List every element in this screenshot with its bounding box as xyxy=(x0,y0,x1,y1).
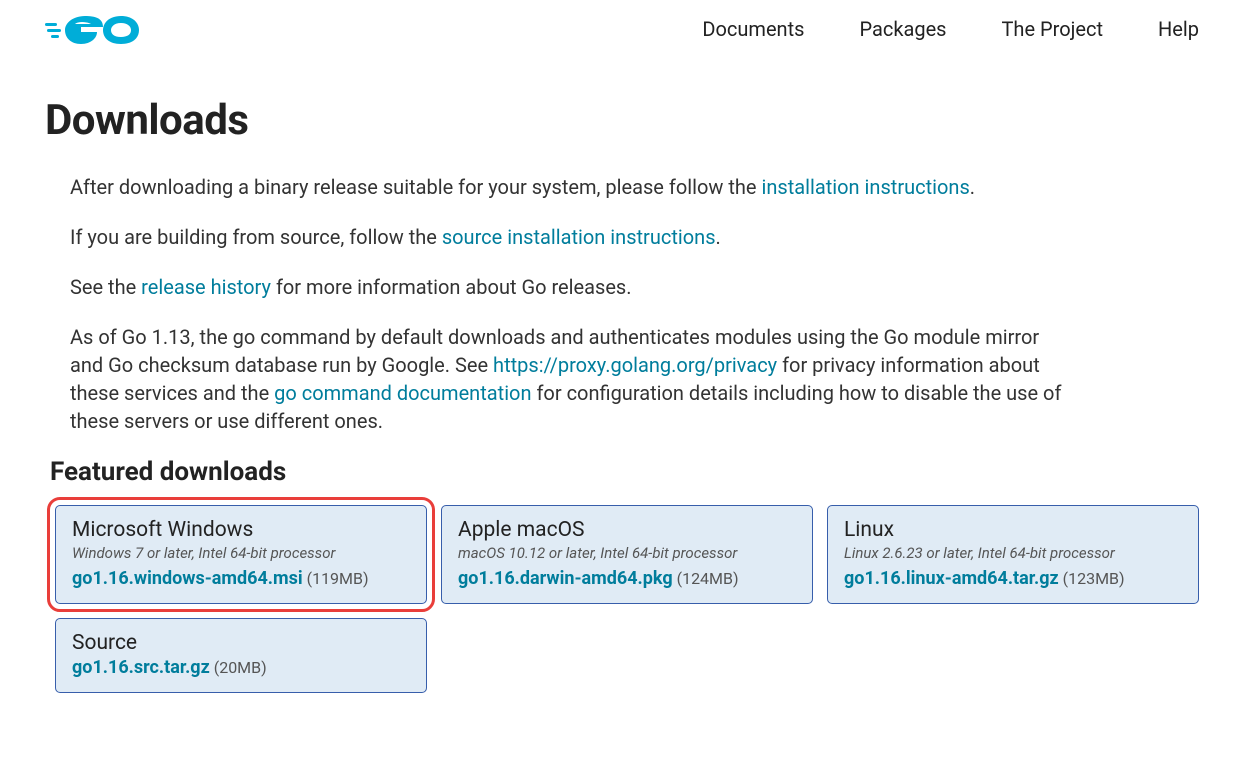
requirements-text: macOS 10.12 or later, Intel 64-bit proce… xyxy=(458,544,796,562)
intro-p4: As of Go 1.13, the go command by default… xyxy=(70,323,1065,435)
go-logo[interactable] xyxy=(45,10,145,48)
intro-p3: See the release history for more informa… xyxy=(70,273,1065,301)
nav-project[interactable]: The Project xyxy=(1002,17,1104,41)
intro-p1: After downloading a binary release suita… xyxy=(70,173,1065,201)
download-size: (20MB) xyxy=(214,658,267,677)
platform-label: Microsoft Windows xyxy=(72,518,410,542)
link-release-history[interactable]: release history xyxy=(141,275,271,299)
download-cards: Microsoft Windows Windows 7 or later, In… xyxy=(45,505,1204,693)
link-source-install[interactable]: source installation instructions xyxy=(442,225,716,249)
download-card-macos[interactable]: Apple macOS macOS 10.12 or later, Intel … xyxy=(441,505,813,604)
nav-packages[interactable]: Packages xyxy=(859,17,946,41)
link-go-cmd-docs[interactable]: go command documentation xyxy=(274,381,531,405)
requirements-text: Linux 2.6.23 or later, Intel 64-bit proc… xyxy=(844,544,1182,562)
download-size: (119MB) xyxy=(307,569,369,588)
platform-label: Source xyxy=(72,631,410,655)
download-size: (124MB) xyxy=(677,569,739,588)
requirements-text: Windows 7 or later, Intel 64-bit process… xyxy=(72,544,410,562)
platform-label: Linux xyxy=(844,518,1182,542)
download-size: (123MB) xyxy=(1063,569,1125,588)
page-title: Downloads xyxy=(45,96,1204,145)
download-filename: go1.16.linux-amd64.tar.gz xyxy=(844,568,1059,589)
download-card-windows[interactable]: Microsoft Windows Windows 7 or later, In… xyxy=(55,505,427,604)
intro-p2: If you are building from source, follow … xyxy=(70,223,1065,251)
main-nav: Documents Packages The Project Help xyxy=(702,17,1199,41)
link-proxy-privacy[interactable]: https://proxy.golang.org/privacy xyxy=(493,353,777,377)
main-content: Downloads After downloading a binary rel… xyxy=(0,96,1249,693)
download-card-linux[interactable]: Linux Linux 2.6.23 or later, Intel 64-bi… xyxy=(827,505,1199,604)
download-card-source[interactable]: Source go1.16.src.tar.gz (20MB) xyxy=(55,618,427,693)
nav-documents[interactable]: Documents xyxy=(702,17,804,41)
header: Documents Packages The Project Help xyxy=(0,0,1249,58)
platform-label: Apple macOS xyxy=(458,518,796,542)
link-install-instructions[interactable]: installation instructions xyxy=(761,175,969,199)
download-filename: go1.16.darwin-amd64.pkg xyxy=(458,568,673,589)
intro-text: After downloading a binary release suita… xyxy=(45,173,1065,435)
nav-help[interactable]: Help xyxy=(1158,17,1199,41)
featured-downloads-heading: Featured downloads xyxy=(45,457,1204,487)
download-filename: go1.16.windows-amd64.msi xyxy=(72,568,303,589)
download-filename: go1.16.src.tar.gz xyxy=(72,657,210,678)
